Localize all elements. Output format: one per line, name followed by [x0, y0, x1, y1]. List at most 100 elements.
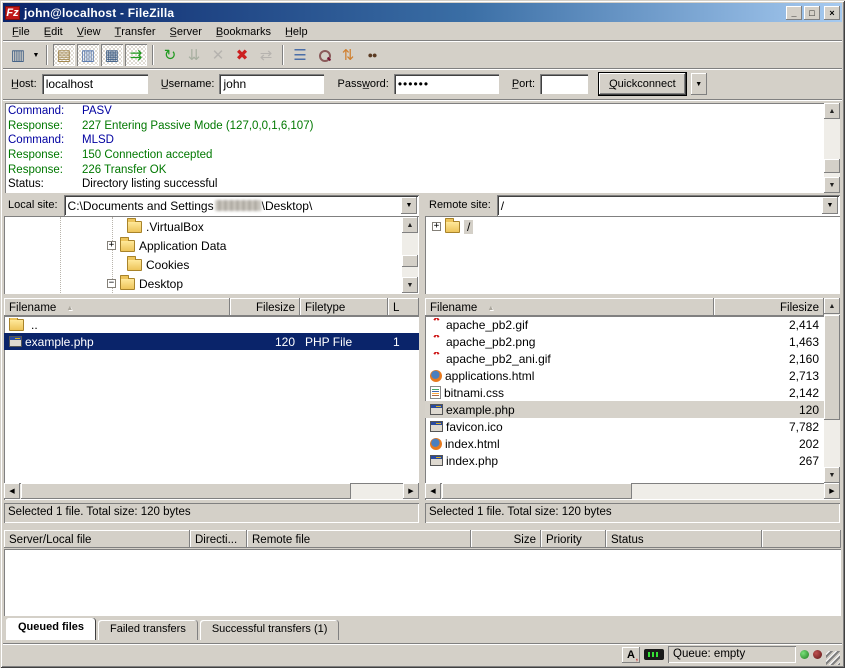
file-row[interactable]: bitnami.css2,142 — [425, 384, 824, 401]
maximize-button[interactable]: □ — [804, 6, 820, 20]
file-row[interactable]: *apache_pb2.png1,463 — [425, 333, 824, 350]
remote-tree[interactable]: +/ — [425, 216, 840, 294]
menu-file[interactable]: F̲ile — [5, 23, 37, 41]
quickconnect-button[interactable]: Q̲uickconnect — [599, 73, 686, 95]
minimize-button[interactable]: _ — [786, 6, 802, 20]
file-row[interactable]: *apache_pb2_ani.gif2,160 — [425, 350, 824, 367]
collapse-minus-icon[interactable]: − — [107, 279, 116, 288]
scroll-up-icon[interactable]: ▲ — [824, 298, 840, 314]
close-button[interactable]: × — [824, 6, 840, 20]
username-input[interactable]: john — [219, 74, 324, 94]
column-header-filesize[interactable]: Filesize — [714, 298, 824, 316]
scroll-right-icon[interactable]: ▶ — [824, 483, 840, 499]
scroll-up-icon[interactable]: ▲ — [824, 103, 840, 119]
toggle-queue-button[interactable]: ⇉ — [125, 44, 147, 66]
tree-item-application-data[interactable]: +Application Data — [5, 236, 402, 255]
tree-item-desktop[interactable]: −Desktop — [5, 274, 402, 293]
local-hscrollbar[interactable]: ◀ ▶ — [4, 483, 419, 500]
scrollbar-thumb[interactable] — [824, 315, 840, 420]
file-row[interactable]: index.html202 — [425, 435, 824, 452]
find-files-button[interactable]: ●● — [361, 44, 383, 66]
queue-col-priority[interactable]: Priority — [541, 530, 606, 548]
chevron-down-icon[interactable]: ▼ — [401, 197, 417, 214]
quickconnect-dropdown[interactable]: ▼ — [691, 73, 707, 95]
scroll-down-icon[interactable]: ▼ — [824, 467, 840, 483]
scroll-down-icon[interactable]: ▼ — [824, 177, 840, 193]
filters-button[interactable]: ☰ — [289, 44, 311, 66]
menu-server[interactable]: S̲erver — [163, 23, 209, 41]
scroll-right-icon[interactable]: ▶ — [403, 483, 419, 499]
column-header-filename[interactable]: Filename▲ — [4, 298, 230, 316]
menu-bookmarks[interactable]: B̲ookmarks — [209, 23, 278, 41]
scroll-left-icon[interactable]: ◀ — [425, 483, 441, 499]
data-type-mark: , — [636, 653, 638, 662]
process-queue-button[interactable]: ⇊ — [183, 44, 205, 66]
local-tree[interactable]: .VirtualBox +Application Data Cookies −D… — [4, 216, 419, 294]
tab-successful-transfers[interactable]: Successful transfers (1) — [200, 620, 340, 640]
sync-browsing-button[interactable]: ⇅ — [337, 44, 359, 66]
file-row-parent-dir[interactable]: .. — [4, 316, 419, 333]
title-bar[interactable]: Fz john@localhost - FileZilla _ □ × — [3, 3, 842, 22]
toggle-remote-tree-button[interactable]: ▦ — [101, 44, 123, 66]
scroll-up-icon[interactable]: ▲ — [402, 217, 418, 233]
log-scrollbar[interactable]: ▲ ▼ — [824, 103, 840, 193]
toggle-log-button[interactable]: ▤ — [53, 44, 75, 66]
remote-site-combo[interactable]: / ▼ — [497, 195, 840, 216]
scrollbar-thumb[interactable] — [442, 483, 632, 499]
file-row-example-php[interactable]: example.php120 — [425, 401, 824, 418]
host-input[interactable]: localhost — [42, 74, 148, 94]
refresh-button[interactable]: ↻ — [159, 44, 181, 66]
local-file-list[interactable]: .. example.php 120 PHP File 1 — [4, 316, 419, 483]
tab-queued-files[interactable]: Queued files — [6, 618, 96, 640]
file-row[interactable]: favicon.ico7,782 — [425, 418, 824, 435]
menu-view[interactable]: V̲iew — [70, 23, 108, 41]
site-manager-button[interactable]: ▥ — [7, 44, 29, 66]
speed-limits-icon[interactable] — [644, 649, 664, 660]
cancel-operation-button[interactable]: ✕ — [207, 44, 229, 66]
queue-col-remote-file[interactable]: Remote file — [247, 530, 471, 548]
remote-list-scrollbar[interactable]: ▲ ▼ — [824, 298, 840, 483]
column-header-filename[interactable]: Filename▲ — [425, 298, 714, 316]
scroll-down-icon[interactable]: ▼ — [402, 277, 418, 293]
local-tree-scrollbar[interactable]: ▲ ▼ — [402, 217, 418, 293]
toggle-log-icon: ▤ — [57, 48, 71, 63]
queue-col-size[interactable]: Size — [471, 530, 541, 548]
chevron-down-icon[interactable]: ▼ — [822, 197, 838, 214]
reconnect-button[interactable]: ⇄ — [255, 44, 277, 66]
remote-hscrollbar[interactable]: ◀ ▶ — [425, 483, 840, 500]
column-header-filetype[interactable]: Filetype — [300, 298, 388, 316]
queue-list[interactable] — [4, 549, 841, 616]
expand-plus-icon[interactable]: + — [432, 222, 441, 231]
toggle-local-tree-button[interactable]: ▥ — [77, 44, 99, 66]
queue-col-server-local[interactable]: Server/Local file — [4, 530, 190, 548]
scrollbar-thumb[interactable] — [21, 483, 351, 499]
tree-item-root[interactable]: +/ — [426, 217, 839, 236]
directory-comparison-button[interactable] — [313, 44, 335, 66]
file-row-example-php[interactable]: example.php 120 PHP File 1 — [4, 333, 419, 350]
menu-help[interactable]: H̲elp — [278, 23, 315, 41]
tree-item-cookies[interactable]: Cookies — [5, 255, 402, 274]
tree-item-virtualbox[interactable]: .VirtualBox — [5, 217, 402, 236]
tab-failed-transfers[interactable]: Failed transfers — [98, 620, 198, 640]
menu-transfer[interactable]: T̲ransfer — [108, 23, 163, 41]
filesize: 202 — [714, 437, 824, 451]
password-input[interactable]: •••••• — [394, 74, 499, 94]
queue-col-status[interactable]: Status — [606, 530, 762, 548]
remote-file-list[interactable]: *apache_pb2.gif2,414 *apache_pb2.png1,46… — [425, 316, 824, 483]
local-site-combo[interactable]: C:\Documents and Settings\Desktop\ ▼ — [64, 195, 419, 216]
column-header-filesize[interactable]: Filesize — [230, 298, 300, 316]
file-row[interactable]: applications.html2,713 — [425, 367, 824, 384]
menu-edit[interactable]: E̲dit — [37, 23, 70, 41]
column-header-lastmodified[interactable]: L — [388, 298, 419, 316]
resize-grip[interactable] — [826, 651, 840, 665]
site-manager-dropdown[interactable]: ▼ — [30, 44, 42, 66]
scrollbar-thumb[interactable] — [824, 159, 840, 173]
scroll-left-icon[interactable]: ◀ — [4, 483, 20, 499]
file-row[interactable]: *apache_pb2.gif2,414 — [425, 316, 824, 333]
port-input[interactable] — [540, 74, 588, 94]
disconnect-button[interactable]: ✖ — [231, 44, 253, 66]
expand-plus-icon[interactable]: + — [107, 241, 116, 250]
queue-col-direction[interactable]: Directi... — [190, 530, 247, 548]
scrollbar-thumb[interactable] — [402, 255, 418, 267]
file-row[interactable]: index.php267 — [425, 452, 824, 469]
